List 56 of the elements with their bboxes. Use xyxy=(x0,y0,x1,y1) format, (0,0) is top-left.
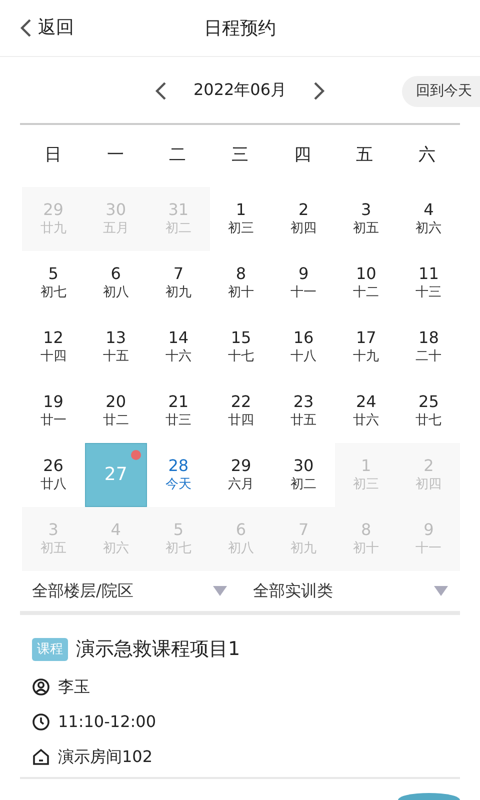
calendar-day[interactable]: 4 初六 xyxy=(397,187,460,251)
room-name: 演示房间102 xyxy=(58,746,153,768)
calendar-day[interactable]: 5 初七 xyxy=(22,251,85,315)
chevron-right-icon xyxy=(312,80,325,101)
floating-button[interactable] xyxy=(398,793,460,800)
filter-dropdown[interactable]: 全部实训类 xyxy=(239,571,460,611)
weekday-label: 一 xyxy=(106,144,125,168)
calendar-day[interactable]: 20 廿二 xyxy=(84,379,148,443)
calendar-day[interactable]: 7 初九 xyxy=(147,251,210,315)
calendar-day[interactable]: 8 初十 xyxy=(210,251,272,315)
teacher-name: 李玉 xyxy=(58,676,90,698)
category-tag: 课程 xyxy=(32,638,68,661)
page-title: 日程预约 xyxy=(204,16,276,40)
weekday-label: 二 xyxy=(168,144,188,168)
today-button[interactable]: 回到今天 xyxy=(402,76,480,107)
calendar-day[interactable]: 16 十八 xyxy=(272,315,335,379)
weekday-label: 六 xyxy=(417,144,436,168)
clock-icon xyxy=(32,712,50,730)
calendar-day[interactable]: 6 初八 xyxy=(84,251,148,315)
weekday-label: 日 xyxy=(44,144,63,168)
calendar-day[interactable]: 28 今天 xyxy=(147,443,210,507)
calendar-day[interactable]: 11 十三 xyxy=(397,251,460,315)
chevron-left-icon xyxy=(155,80,168,101)
event-time: 11:10-12:00 xyxy=(58,710,156,732)
calendar-day[interactable]: 17 十九 xyxy=(334,315,398,379)
filter-dropdown[interactable]: 全部楼层/院区 xyxy=(20,571,239,611)
calendar-day[interactable]: 14 十六 xyxy=(147,315,210,379)
weekday-label: 三 xyxy=(230,144,250,168)
calendar-day[interactable]: 12 十四 xyxy=(22,315,85,379)
event-title[interactable]: 演示急救课程项目1 xyxy=(76,635,240,664)
calendar-day[interactable]: 13 十五 xyxy=(84,315,148,379)
dropdown-icon xyxy=(434,586,448,596)
calendar-day[interactable]: 22 廿四 xyxy=(210,379,272,443)
calendar-day[interactable]: 29 六月 xyxy=(210,443,272,507)
calendar-day[interactable]: 9 十一 xyxy=(272,251,335,315)
calendar-day[interactable]: 26 廿八 xyxy=(22,443,85,507)
calendar-day[interactable]: 19 廿一 xyxy=(22,379,85,443)
dropdown-icon xyxy=(213,586,227,596)
calendar-day[interactable]: 18 二十 xyxy=(397,315,460,379)
person-icon xyxy=(32,678,50,696)
calendar-day[interactable]: 10 十二 xyxy=(334,251,398,315)
calendar-day[interactable]: 1 初三 xyxy=(210,187,272,251)
calendar-day[interactable]: 2 初四 xyxy=(272,187,335,251)
back-button[interactable]: 返回 xyxy=(20,14,74,41)
calendar-day[interactable]: 25 廿七 xyxy=(397,379,460,443)
back-icon xyxy=(20,18,32,38)
room-icon xyxy=(32,748,50,766)
month-label: 2022年06月 xyxy=(193,79,287,101)
calendar-day[interactable]: 23 廿五 xyxy=(272,379,335,443)
calendar-day[interactable]: 21 廿三 xyxy=(147,379,210,443)
calendar-day[interactable]: 30 初二 xyxy=(272,443,335,507)
calendar-day[interactable]: 3 初五 xyxy=(334,187,398,251)
calendar-day[interactable]: 24 廿六 xyxy=(334,379,398,443)
weekday-label: 五 xyxy=(355,144,374,168)
weekday-label: 四 xyxy=(292,144,312,168)
calendar-day[interactable]: 15 十七 xyxy=(210,315,272,379)
